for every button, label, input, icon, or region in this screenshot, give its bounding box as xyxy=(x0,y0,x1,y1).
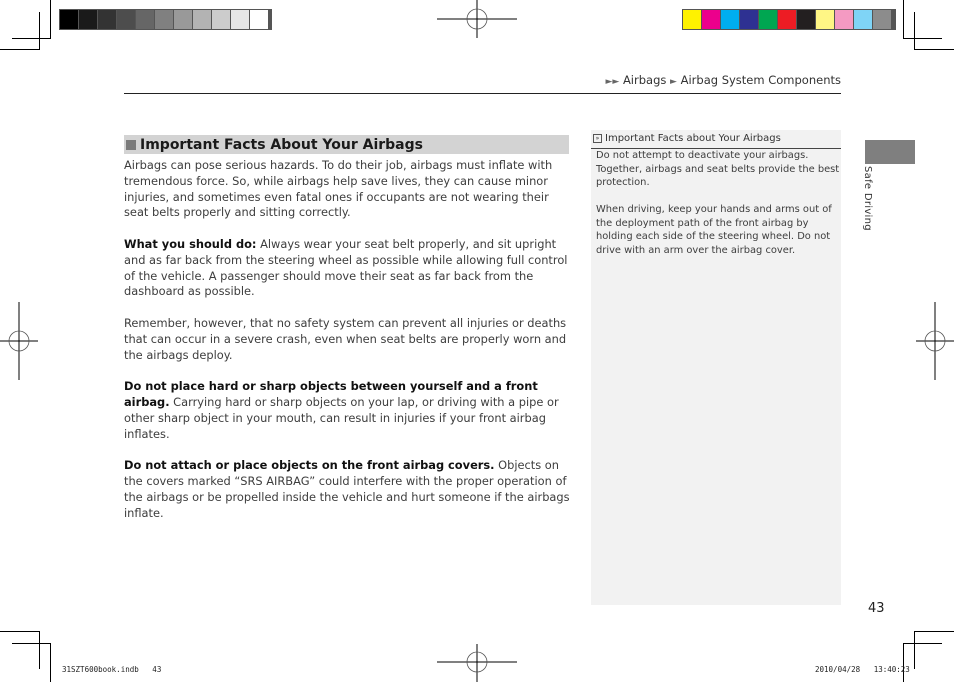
side-note-text: Do not attempt to deactivate your airbag… xyxy=(596,149,840,271)
section-title: Important Facts About Your Airbags xyxy=(140,136,423,153)
breadcrumb-item-airbags[interactable]: Airbags xyxy=(623,73,666,87)
color-swatch-3 xyxy=(740,10,758,29)
color-swatch-10 xyxy=(873,10,891,29)
chapter-tab[interactable] xyxy=(865,140,915,164)
color-swatch-9 xyxy=(854,10,872,29)
paragraph-text: Remember, however, that no safety system… xyxy=(124,315,567,362)
paragraph-bold-lead: Do not attach or place objects on the fr… xyxy=(124,458,495,473)
breadcrumb-separator-icon: ► xyxy=(670,77,677,87)
color-swatch-5 xyxy=(778,10,796,29)
color-swatch-0 xyxy=(683,10,701,29)
gray-swatch-3 xyxy=(117,10,135,29)
gray-swatch-2 xyxy=(98,10,116,29)
cross-reference-icon: » xyxy=(593,134,602,143)
gray-swatch-0 xyxy=(60,10,78,29)
paragraph-bold-lead: What you should do: xyxy=(124,236,257,251)
paragraph: Airbags can pose serious hazards. To do … xyxy=(124,158,572,221)
heading-bullet-icon xyxy=(126,139,136,150)
paragraph-text: Carrying hard or sharp objects on your l… xyxy=(124,394,559,441)
gray-swatch-6 xyxy=(174,10,192,29)
color-calibration-bar xyxy=(682,9,896,30)
gray-swatch-7 xyxy=(193,10,211,29)
breadcrumb: ►► Airbags ► Airbag System Components xyxy=(560,73,841,87)
breadcrumb-arrows-icon: ►► xyxy=(605,77,620,87)
side-note-paragraph: When driving, keep your hands and arms o… xyxy=(596,204,832,256)
side-note-title[interactable]: Important Facts about Your Airbags xyxy=(605,133,781,144)
gray-swatch-5 xyxy=(155,10,173,29)
header-divider xyxy=(124,93,841,94)
color-swatch-1 xyxy=(702,10,720,29)
paragraph: Do not attach or place objects on the fr… xyxy=(124,458,572,521)
color-swatch-6 xyxy=(797,10,815,29)
gray-swatch-8 xyxy=(212,10,230,29)
body-text: Airbags can pose serious hazards. To do … xyxy=(124,158,572,537)
registration-mark-left xyxy=(0,302,38,380)
grayscale-calibration-bar xyxy=(59,9,272,30)
color-swatch-4 xyxy=(759,10,777,29)
color-swatch-2 xyxy=(721,10,739,29)
paragraph-text: Airbags can pose serious hazards. To do … xyxy=(124,158,553,220)
footer-file-info: 31SZT600book.indb 43 xyxy=(62,665,162,674)
color-swatch-7 xyxy=(816,10,834,29)
breadcrumb-item-components[interactable]: Airbag System Components xyxy=(681,73,841,87)
page-number: 43 xyxy=(868,601,885,616)
registration-mark-top xyxy=(437,0,517,38)
section-heading: Important Facts About Your Airbags xyxy=(124,135,569,154)
paragraph: Remember, however, that no safety system… xyxy=(124,316,572,363)
side-note-header: » Important Facts about Your Airbags xyxy=(593,133,839,144)
gray-swatch-4 xyxy=(136,10,154,29)
paragraph: Do not place hard or sharp objects betwe… xyxy=(124,379,572,442)
side-note-paragraph: Do not attempt to deactivate your airbag… xyxy=(596,150,840,188)
color-swatch-8 xyxy=(835,10,853,29)
gray-swatch-9 xyxy=(231,10,249,29)
chapter-tab-label: Safe Driving xyxy=(862,166,873,231)
gray-swatch-10 xyxy=(250,10,268,29)
paragraph: What you should do: Always wear your sea… xyxy=(124,237,572,300)
gray-swatch-1 xyxy=(79,10,97,29)
registration-mark-bottom xyxy=(437,644,517,682)
footer-timestamp: 2010/04/28 13:40:23 xyxy=(815,665,910,674)
registration-mark-right xyxy=(916,302,954,380)
